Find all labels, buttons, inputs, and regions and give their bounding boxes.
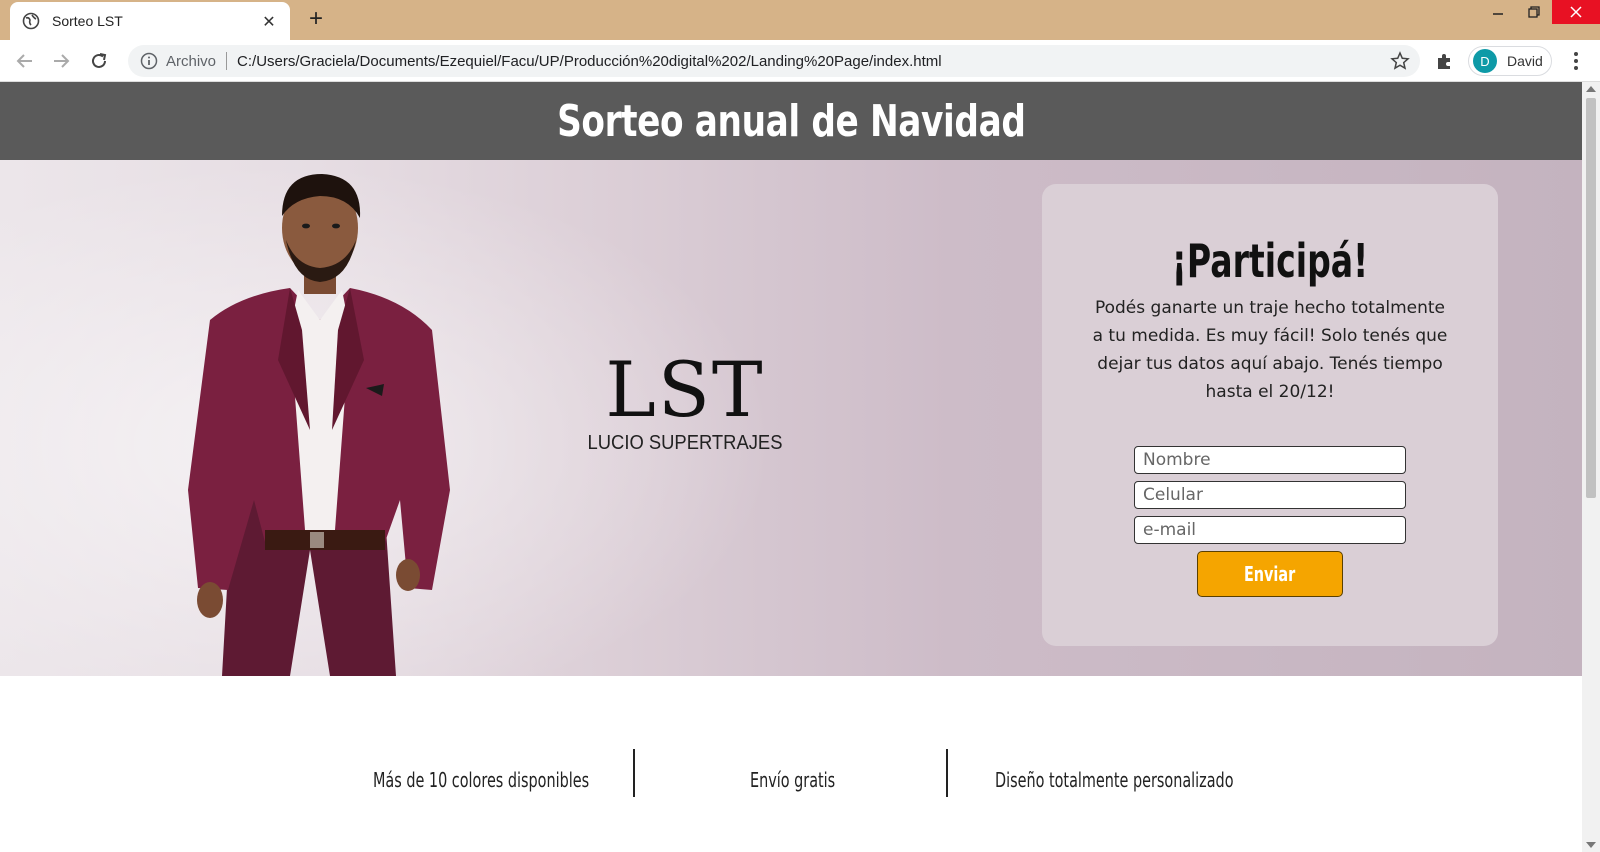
logo-mark: LST	[605, 345, 765, 434]
form-description: Podés ganarte un traje hecho totalmente …	[1092, 298, 1448, 402]
profile-name: David	[1507, 53, 1543, 69]
info-icon[interactable]	[140, 52, 158, 70]
model-photo	[188, 174, 450, 676]
url-text[interactable]: C:/Users/Graciela/Documents/Ezequiel/Fac…	[237, 53, 942, 70]
close-icon[interactable]: ✕	[260, 12, 278, 31]
restore-icon[interactable]	[1516, 0, 1552, 24]
name-input[interactable]	[1134, 446, 1406, 474]
browser-tab[interactable]: Sorteo LST ✕	[10, 2, 290, 40]
brand-logo: LST LUCIO SUPERTRAJES	[570, 350, 800, 455]
globe-icon	[22, 12, 40, 30]
scroll-up-icon[interactable]	[1586, 86, 1596, 92]
feature-divider	[946, 749, 948, 797]
page-scrollbar[interactable]	[1582, 82, 1600, 852]
back-arrow-icon[interactable]	[14, 50, 36, 72]
signup-form: ¡Participá! Podés ganarte un traje hecho…	[1042, 184, 1498, 646]
logo-subtitle: LUCIO SUPERTRAJES	[587, 432, 783, 454]
window-close-icon[interactable]	[1552, 0, 1600, 24]
tab-title: Sorteo LST	[52, 13, 123, 29]
feature-custom-design: Diseño totalmente personalizado	[995, 768, 1234, 792]
profile-button[interactable]: D David	[1468, 46, 1552, 76]
feature-divider	[633, 749, 635, 797]
form-title: ¡Participá!	[1171, 234, 1369, 288]
browser-titlebar: Sorteo LST ✕ +	[0, 0, 1600, 40]
page-title: Sorteo anual de Navidad	[556, 95, 1026, 147]
page-viewport: Sorteo anual de Navidad LST LUCIO SUPERT…	[0, 82, 1582, 852]
feature-colors: Más de 10 colores disponibles	[373, 768, 590, 792]
scroll-thumb[interactable]	[1586, 98, 1596, 498]
phone-input[interactable]	[1134, 481, 1406, 509]
star-icon[interactable]	[1390, 51, 1410, 71]
hero-section: LST LUCIO SUPERTRAJES ¡Participá! Podés …	[0, 160, 1582, 676]
submit-button[interactable]: Enviar	[1197, 551, 1343, 597]
browser-toolbar: Archivo C:/Users/Graciela/Documents/Ezeq…	[0, 40, 1600, 82]
address-separator	[226, 52, 228, 70]
new-tab-button[interactable]: +	[304, 7, 328, 32]
submit-label: Enviar	[1244, 562, 1296, 586]
reload-icon[interactable]	[88, 50, 110, 72]
avatar: D	[1473, 49, 1497, 73]
puzzle-icon[interactable]	[1434, 50, 1456, 72]
minimize-icon[interactable]	[1480, 0, 1516, 24]
features-section: Más de 10 colores disponibles Envío grat…	[0, 676, 1582, 852]
address-bar[interactable]: Archivo C:/Users/Graciela/Documents/Ezeq…	[128, 45, 1420, 77]
scroll-down-icon[interactable]	[1586, 842, 1596, 848]
email-input[interactable]	[1134, 516, 1406, 544]
more-menu-icon[interactable]	[1566, 50, 1586, 72]
origin-label: Archivo	[166, 52, 217, 70]
feature-shipping: Envío gratis	[750, 768, 836, 792]
site-header: Sorteo anual de Navidad	[0, 82, 1582, 160]
forward-arrow-icon[interactable]	[50, 50, 72, 72]
